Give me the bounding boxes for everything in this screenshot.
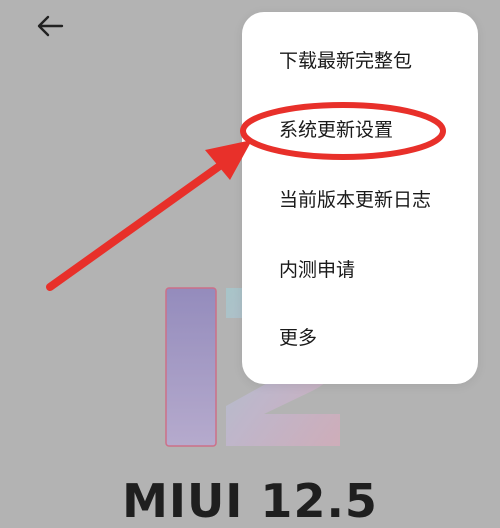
annotation-arrow-shaft [46,156,232,291]
overflow-menu: 下载最新完整包 系统更新设置 当前版本更新日志 内测申请 更多 [242,12,478,384]
menu-item-download-full-package[interactable]: 下载最新完整包 [279,49,412,73]
menu-item-system-update-settings[interactable]: 系统更新设置 [279,118,393,142]
back-arrow-icon [37,15,64,37]
back-button[interactable] [30,8,70,44]
menu-item-current-version-changelog[interactable]: 当前版本更新日志 [279,188,431,212]
brand-title: MIUI 12.5 [122,474,378,528]
menu-item-more[interactable]: 更多 [279,326,317,350]
menu-item-beta-application[interactable]: 内测申请 [279,258,355,282]
